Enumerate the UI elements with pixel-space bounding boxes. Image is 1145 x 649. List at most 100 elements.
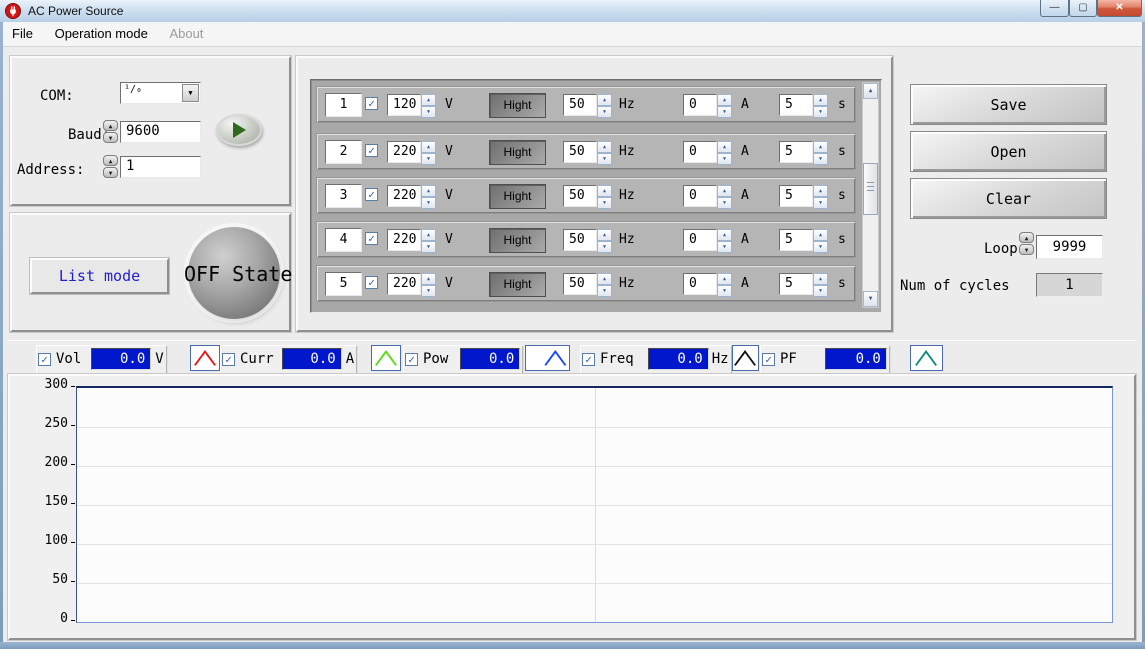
clear-button[interactable]: Clear bbox=[910, 178, 1107, 219]
voltage-input[interactable]: 220 bbox=[387, 273, 421, 295]
vol-waveform-icon[interactable] bbox=[190, 345, 220, 371]
current-input[interactable]: 0 bbox=[683, 229, 717, 251]
row-index[interactable]: 5 bbox=[325, 272, 362, 296]
freq-input[interactable]: 50 bbox=[563, 141, 597, 163]
list-scrollbar[interactable]: ▲ ▼ bbox=[862, 82, 879, 308]
voltage-spinner[interactable]: ▲▼ bbox=[421, 141, 436, 163]
row-index[interactable]: 1 bbox=[325, 93, 362, 117]
freq-waveform-icon[interactable] bbox=[732, 345, 759, 371]
duration-spinner[interactable]: ▲▼ bbox=[813, 141, 828, 163]
voltage-spinner[interactable]: ▲▼ bbox=[421, 273, 436, 295]
duration-spinner[interactable]: ▲▼ bbox=[813, 273, 828, 295]
spinner-down-icon[interactable]: ▼ bbox=[1019, 244, 1034, 255]
row-enable-checkbox[interactable]: ✓ bbox=[365, 144, 378, 157]
save-button[interactable]: Save bbox=[910, 84, 1107, 125]
current-input[interactable]: 0 bbox=[683, 273, 717, 295]
freq-spinner[interactable]: ▲▼ bbox=[597, 185, 612, 207]
voltage-spinner[interactable]: ▲▼ bbox=[421, 229, 436, 251]
current-spinner[interactable]: ▲▼ bbox=[717, 229, 732, 251]
duration-input[interactable]: 5 bbox=[779, 229, 813, 251]
com-label: COM: bbox=[40, 88, 74, 104]
plot-area[interactable] bbox=[76, 386, 1113, 623]
row-enable-checkbox[interactable]: ✓ bbox=[365, 276, 378, 289]
row-enable-checkbox[interactable]: ✓ bbox=[365, 188, 378, 201]
spinner-up-icon[interactable]: ▲ bbox=[103, 120, 118, 131]
close-button[interactable]: ✕ bbox=[1097, 0, 1142, 17]
pf-checkbox[interactable]: ✓ bbox=[762, 353, 775, 366]
range-button[interactable]: Hight bbox=[489, 140, 546, 165]
duration-spinner[interactable]: ▲▼ bbox=[813, 185, 828, 207]
loop-input[interactable]: 9999 bbox=[1036, 235, 1103, 259]
chart-cursor-line[interactable] bbox=[595, 388, 596, 622]
vol-checkbox[interactable]: ✓ bbox=[38, 353, 51, 366]
freq-spinner[interactable]: ▲▼ bbox=[597, 94, 612, 116]
maximize-button[interactable]: ▢ bbox=[1069, 0, 1097, 17]
current-spinner[interactable]: ▲▼ bbox=[717, 273, 732, 295]
com-combobox[interactable]: ¹/₀ ▼ bbox=[120, 82, 201, 104]
freq-spinner[interactable]: ▲▼ bbox=[597, 273, 612, 295]
current-spinner[interactable]: ▲▼ bbox=[717, 94, 732, 116]
scroll-up-icon[interactable]: ▲ bbox=[863, 83, 878, 99]
range-button[interactable]: Hight bbox=[489, 228, 546, 253]
baud-input[interactable]: 9600 bbox=[120, 121, 201, 143]
freq-input[interactable]: 50 bbox=[563, 94, 597, 116]
row-index[interactable]: 2 bbox=[325, 140, 362, 164]
freq-input[interactable]: 50 bbox=[563, 273, 597, 295]
voltage-input[interactable]: 120 bbox=[387, 94, 421, 116]
current-input[interactable]: 0 bbox=[683, 141, 717, 163]
duration-spinner[interactable]: ▲▼ bbox=[813, 229, 828, 251]
voltage-input[interactable]: 220 bbox=[387, 185, 421, 207]
freq-spinner[interactable]: ▲▼ bbox=[597, 141, 612, 163]
row-enable-checkbox[interactable]: ✓ bbox=[365, 232, 378, 245]
freq-display: 0.0 bbox=[648, 348, 709, 370]
scrollbar-thumb[interactable] bbox=[863, 163, 878, 215]
duration-input[interactable]: 5 bbox=[779, 94, 813, 116]
current-input[interactable]: 0 bbox=[683, 185, 717, 207]
pf-waveform-icon[interactable] bbox=[910, 345, 943, 371]
close-icon: ✕ bbox=[1115, 2, 1123, 13]
curr-label: Curr bbox=[240, 351, 274, 367]
list-mode-button[interactable]: List mode bbox=[30, 258, 169, 294]
pow-checkbox[interactable]: ✓ bbox=[405, 353, 418, 366]
pow-waveform-icon[interactable] bbox=[525, 345, 570, 371]
voltage-spinner[interactable]: ▲▼ bbox=[421, 185, 436, 207]
current-spinner[interactable]: ▲▼ bbox=[717, 185, 732, 207]
voltage-input[interactable]: 220 bbox=[387, 141, 421, 163]
voltage-input[interactable]: 220 bbox=[387, 229, 421, 251]
address-spinner[interactable]: ▲▼ bbox=[103, 155, 118, 178]
curr-checkbox[interactable]: ✓ bbox=[222, 353, 235, 366]
current-spinner[interactable]: ▲▼ bbox=[717, 141, 732, 163]
range-button[interactable]: Hight bbox=[489, 184, 546, 209]
loop-spinner[interactable]: ▲▼ bbox=[1019, 232, 1034, 255]
row-enable-checkbox[interactable]: ✓ bbox=[365, 97, 378, 110]
minimize-button[interactable]: — bbox=[1040, 0, 1069, 17]
duration-input[interactable]: 5 bbox=[779, 141, 813, 163]
duration-input[interactable]: 5 bbox=[779, 185, 813, 207]
range-button[interactable]: Hight bbox=[489, 93, 546, 118]
freq-input[interactable]: 50 bbox=[563, 229, 597, 251]
freq-checkbox[interactable]: ✓ bbox=[582, 353, 595, 366]
connect-button[interactable] bbox=[216, 114, 262, 146]
duration-input[interactable]: 5 bbox=[779, 273, 813, 295]
spinner-down-icon[interactable]: ▼ bbox=[103, 132, 118, 143]
spinner-up-icon[interactable]: ▲ bbox=[103, 155, 118, 166]
current-input[interactable]: 0 bbox=[683, 94, 717, 116]
row-index[interactable]: 4 bbox=[325, 228, 362, 252]
curr-waveform-icon[interactable] bbox=[371, 345, 401, 371]
menu-file[interactable]: File bbox=[3, 22, 42, 46]
freq-spinner[interactable]: ▲▼ bbox=[597, 229, 612, 251]
dropdown-arrow-icon[interactable]: ▼ bbox=[182, 84, 199, 102]
spinner-up-icon[interactable]: ▲ bbox=[1019, 232, 1034, 243]
address-input[interactable]: 1 bbox=[120, 156, 201, 178]
duration-spinner[interactable]: ▲▼ bbox=[813, 94, 828, 116]
duration-unit: s bbox=[838, 232, 846, 247]
scroll-down-icon[interactable]: ▼ bbox=[863, 291, 878, 307]
menu-operation-mode[interactable]: Operation mode bbox=[46, 22, 157, 46]
row-index[interactable]: 3 bbox=[325, 184, 362, 208]
baud-spinner[interactable]: ▲▼ bbox=[103, 120, 118, 143]
freq-input[interactable]: 50 bbox=[563, 185, 597, 207]
range-button[interactable]: Hight bbox=[489, 272, 546, 297]
open-button[interactable]: Open bbox=[910, 131, 1107, 172]
voltage-spinner[interactable]: ▲▼ bbox=[421, 94, 436, 116]
spinner-down-icon[interactable]: ▼ bbox=[103, 167, 118, 178]
